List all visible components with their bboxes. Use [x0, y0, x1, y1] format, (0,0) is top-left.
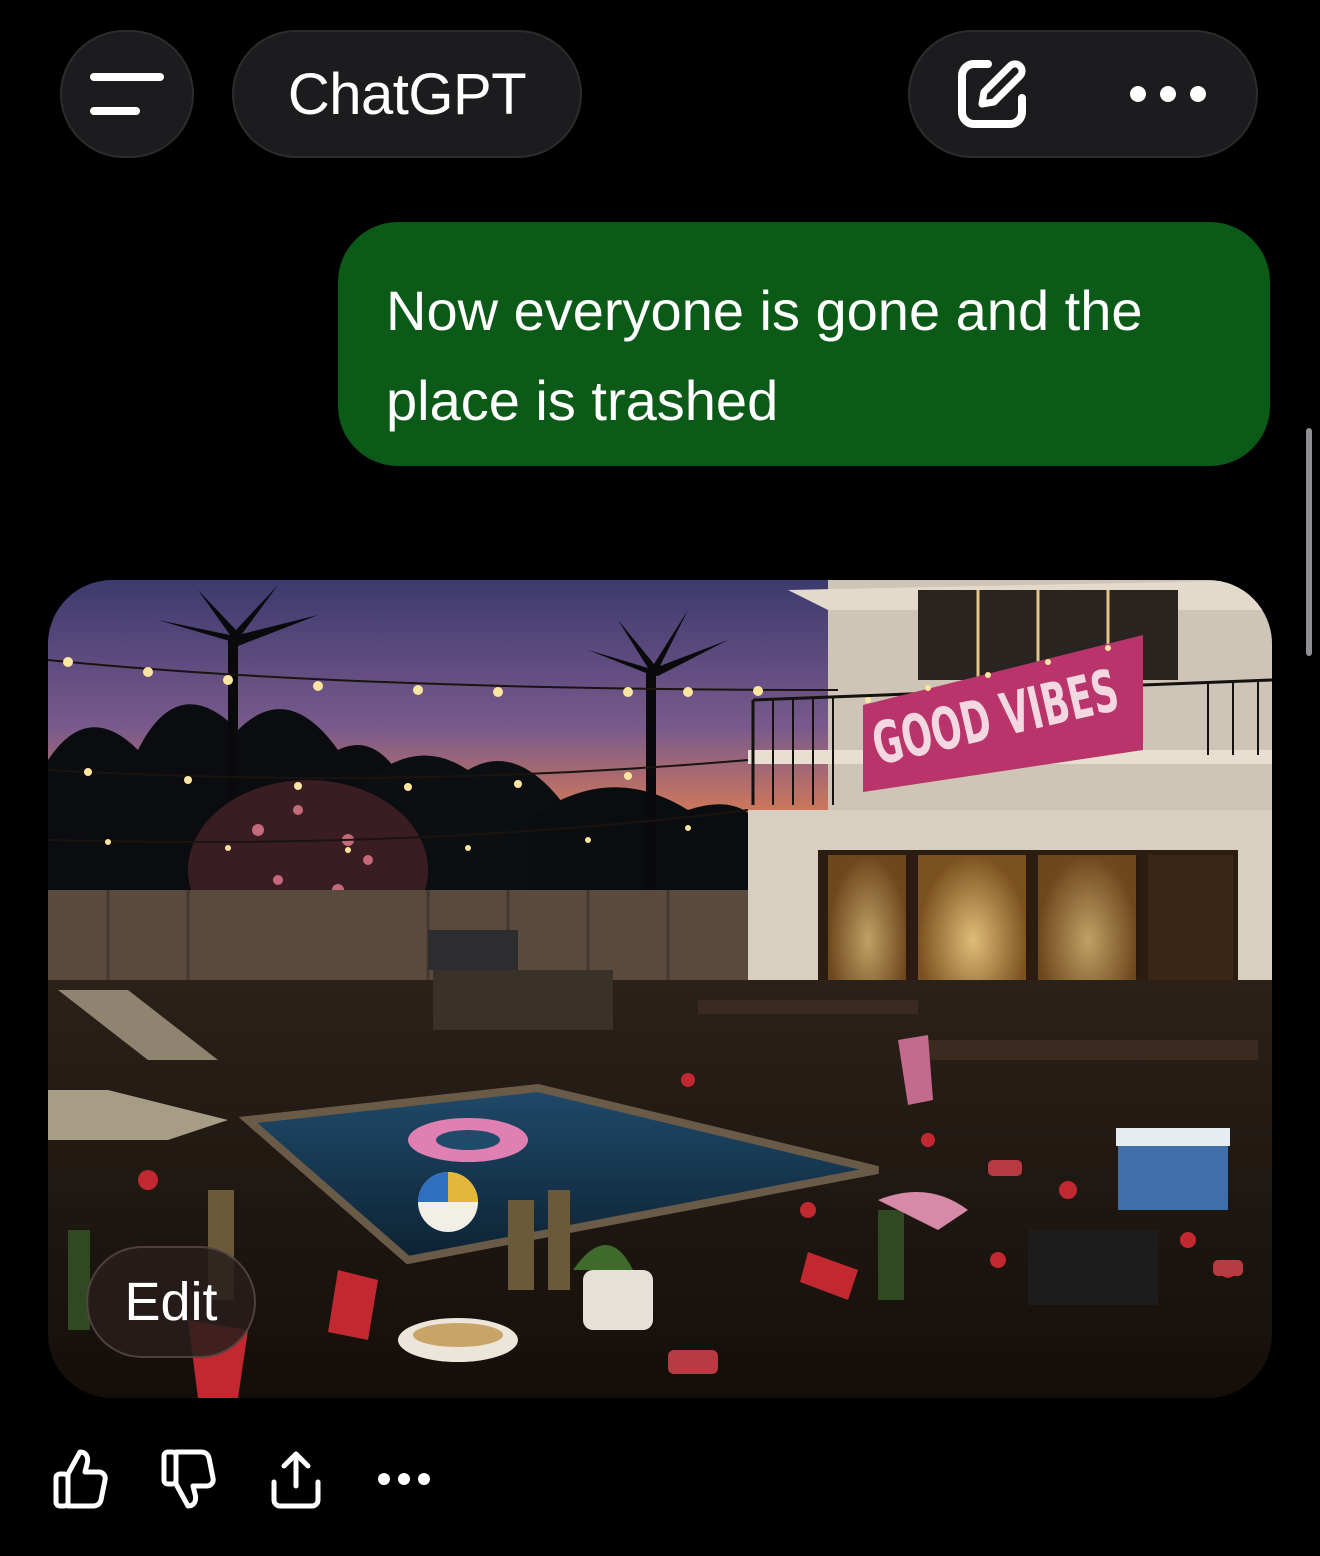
user-message-text: Now everyone is gone and the place is tr… — [386, 279, 1143, 432]
compose-icon[interactable] — [952, 54, 1032, 134]
scrollbar[interactable] — [1306, 428, 1312, 656]
edit-label: Edit — [124, 1272, 218, 1332]
app-title: ChatGPT — [287, 61, 527, 127]
message-actions — [50, 1444, 434, 1514]
menu-icon — [90, 73, 164, 115]
model-selector-button[interactable]: ChatGPT — [232, 30, 582, 158]
user-message-bubble[interactable]: Now everyone is gone and the place is tr… — [338, 222, 1270, 466]
more-actions-icon[interactable] — [374, 1444, 434, 1514]
header-actions — [908, 30, 1258, 158]
thumbs-down-icon[interactable] — [158, 1444, 218, 1514]
thumbs-up-icon[interactable] — [50, 1444, 110, 1514]
more-icon[interactable] — [1128, 84, 1208, 104]
share-icon[interactable] — [266, 1444, 326, 1514]
sidebar-menu-button[interactable] — [60, 30, 194, 158]
edit-image-button[interactable]: Edit — [86, 1246, 256, 1358]
